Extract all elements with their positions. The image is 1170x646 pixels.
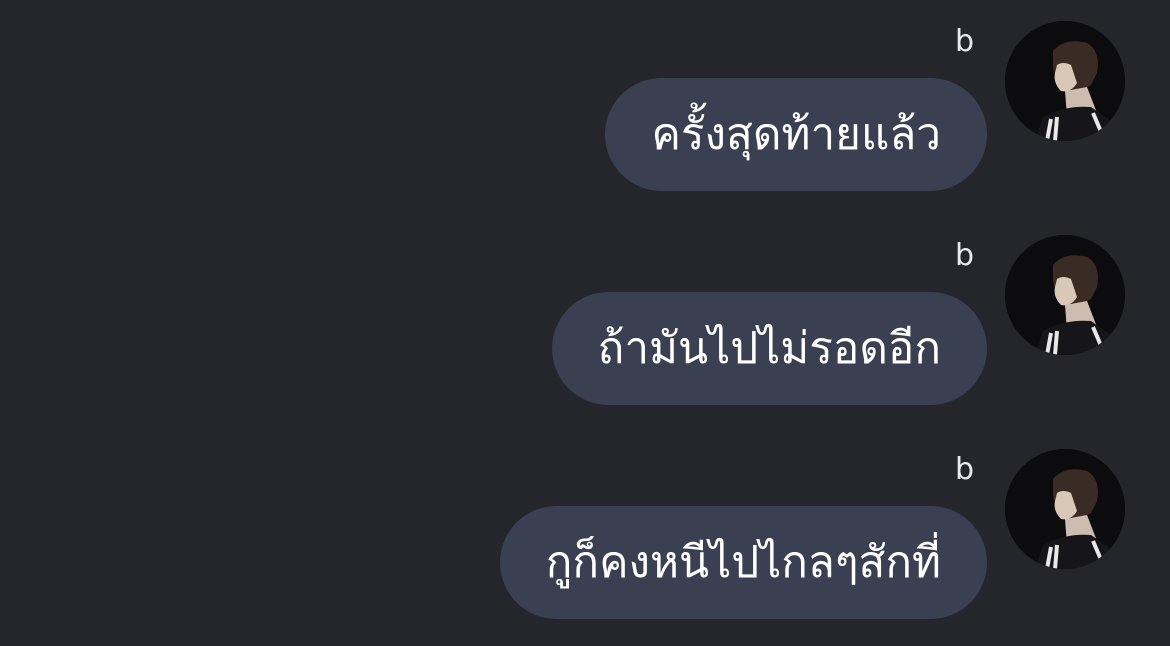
- message-group: b กูก็คงหนีไปไกลๆสักที่: [0, 448, 1170, 646]
- message-group: b ครั้งสุดท้ายแล้ว: [0, 20, 1170, 220]
- message-group: b ถ้ามันไปไม่รอดอีก: [0, 234, 1170, 434]
- profile-photo-icon: [1005, 235, 1125, 355]
- message-bubble[interactable]: ครั้งสุดท้ายแล้ว: [605, 78, 987, 191]
- profile-photo-icon: [1005, 21, 1125, 141]
- avatar[interactable]: [1005, 235, 1125, 355]
- message-bubble[interactable]: ถ้ามันไปไม่รอดอีก: [551, 292, 987, 405]
- chat-thread: b ครั้งสุดท้ายแล้ว b ถ้ามันไปไม่รอดอีก b…: [0, 0, 1170, 646]
- profile-photo-icon: [1005, 449, 1125, 569]
- message-bubble[interactable]: กูก็คงหนีไปไกลๆสักที่: [499, 506, 987, 619]
- sender-name: b: [954, 452, 974, 487]
- avatar[interactable]: [1005, 449, 1125, 569]
- sender-name: b: [954, 238, 974, 273]
- avatar[interactable]: [1005, 21, 1125, 141]
- sender-name: b: [954, 24, 974, 59]
